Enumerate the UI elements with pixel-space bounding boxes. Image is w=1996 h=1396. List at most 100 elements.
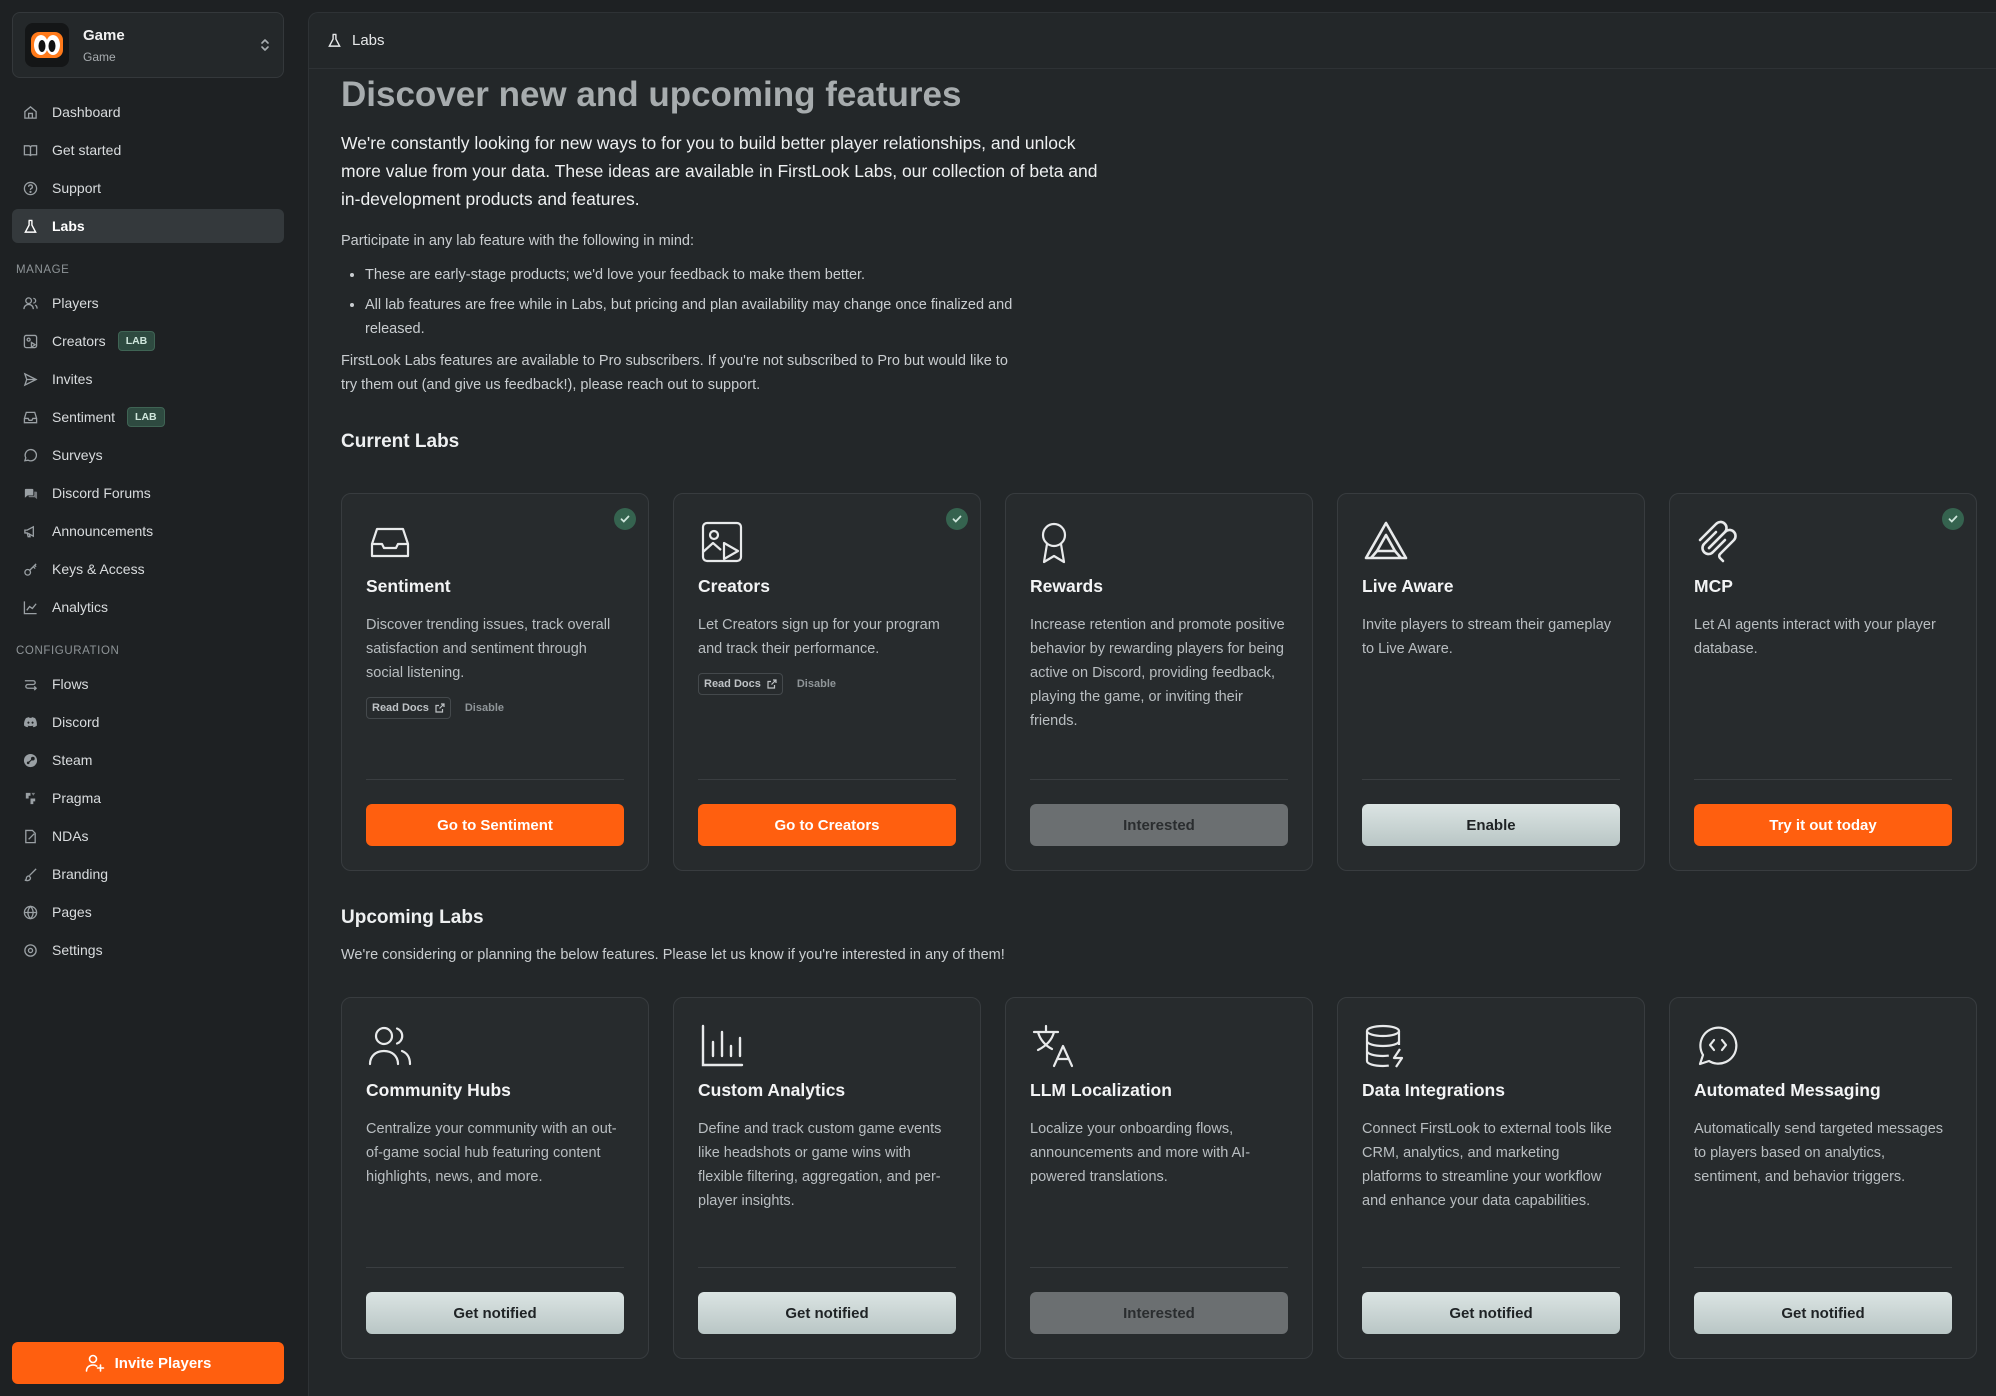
- intro-text: We're constantly looking for new ways to…: [341, 133, 1098, 209]
- workspace-subtitle: Game: [83, 49, 116, 64]
- sidebar-item-players[interactable]: Players: [12, 286, 284, 320]
- sidebar-item-label: Announcements: [52, 523, 154, 539]
- card-description: Connect FirstLook to external tools like…: [1362, 1121, 1612, 1209]
- upcoming-labs-grid: Community Hubs Centralize your community…: [341, 997, 1981, 1359]
- nav-configuration: CONFIGURATION Flows Discord Steam Pragma…: [12, 639, 284, 971]
- card-title: Data Integrations: [1362, 1080, 1505, 1100]
- invite-players-button[interactable]: Invite Players: [12, 1342, 284, 1384]
- card-description: Discover trending issues, track overall …: [366, 617, 611, 681]
- try-it-out-button[interactable]: Try it out today: [1694, 804, 1952, 846]
- pragma-icon: [22, 790, 38, 806]
- main-panel: Labs Discover new and upcoming features …: [308, 12, 1996, 1396]
- lab-card-sentiment: Sentiment Discover trending issues, trac…: [341, 493, 649, 871]
- sidebar-item-sentiment[interactable]: Sentiment LAB: [12, 400, 284, 434]
- go-to-sentiment-button[interactable]: Go to Sentiment: [366, 804, 624, 846]
- get-notified-button[interactable]: Get notified: [1362, 1292, 1620, 1334]
- creators-icon: [22, 333, 38, 349]
- inbox-icon: [22, 409, 38, 425]
- sidebar-item-analytics[interactable]: Analytics: [12, 590, 284, 624]
- invite-players-label: Invite Players: [114, 1354, 212, 1372]
- send-icon: [22, 371, 38, 387]
- discord-icon: [22, 714, 38, 730]
- sidebar-item-label: Keys & Access: [52, 561, 145, 577]
- read-docs-button[interactable]: Read Docs: [698, 673, 783, 695]
- sidebar-item-get-started[interactable]: Get started: [12, 133, 284, 167]
- sidebar-item-keys-access[interactable]: Keys & Access: [12, 552, 284, 586]
- sidebar-item-announcements[interactable]: Announcements: [12, 514, 284, 548]
- page-content: Discover new and upcoming features We're…: [341, 73, 1981, 1359]
- breadcrumb: Labs: [309, 13, 1996, 69]
- sidebar-item-branding[interactable]: Branding: [12, 857, 284, 891]
- inbox-icon: [366, 518, 414, 566]
- enabled-check-icon: [946, 508, 968, 530]
- breadcrumb-current[interactable]: Labs: [352, 32, 385, 49]
- sidebar-item-support[interactable]: Support: [12, 171, 284, 205]
- card-title: Sentiment: [366, 576, 451, 596]
- enabled-check-icon: [614, 508, 636, 530]
- disable-link[interactable]: Disable: [797, 678, 836, 690]
- workspace-switcher[interactable]: Game Game: [12, 12, 284, 78]
- card-title: Automated Messaging: [1694, 1080, 1881, 1100]
- interested-button[interactable]: Interested: [1030, 1292, 1288, 1334]
- creators-icon: [698, 518, 746, 566]
- sidebar-item-settings[interactable]: Settings: [12, 933, 284, 967]
- external-link-icon: [435, 703, 445, 713]
- award-ribbon-icon: [1030, 518, 1078, 566]
- disable-link[interactable]: Disable: [465, 702, 504, 714]
- sidebar-item-discord[interactable]: Discord: [12, 705, 284, 739]
- translate-icon: [1030, 1022, 1078, 1070]
- sidebar-item-label: Creators: [52, 333, 106, 349]
- sidebar-item-pragma[interactable]: Pragma: [12, 781, 284, 815]
- sidebar-item-label: Players: [52, 295, 99, 311]
- get-notified-button[interactable]: Get notified: [1694, 1292, 1952, 1334]
- participate-text: Participate in any lab feature with the …: [341, 233, 695, 249]
- lab-badge: LAB: [127, 407, 165, 427]
- sidebar: Game Game Dashboard Get started Support …: [0, 0, 305, 1396]
- card-description: Let AI agents interact with your player …: [1694, 617, 1936, 657]
- sidebar-item-label: Pages: [52, 904, 92, 920]
- interested-button[interactable]: Interested: [1030, 804, 1288, 846]
- sidebar-item-dashboard[interactable]: Dashboard: [12, 95, 284, 129]
- card-description: Define and track custom game events like…: [698, 1121, 942, 1209]
- sidebar-item-surveys[interactable]: Surveys: [12, 438, 284, 472]
- workspace-title: Game: [83, 26, 125, 44]
- card-description: Increase retention and promote positive …: [1030, 617, 1285, 729]
- read-docs-button[interactable]: Read Docs: [366, 697, 451, 719]
- sidebar-item-pages[interactable]: Pages: [12, 895, 284, 929]
- lab-card-live-aware: Live Aware Invite players to stream thei…: [1337, 493, 1645, 871]
- users-icon: [366, 1022, 414, 1070]
- section-label-manage: MANAGE: [16, 264, 70, 276]
- guidelines-list: These are early-stage products; we'd lov…: [341, 263, 1021, 341]
- go-to-creators-button[interactable]: Go to Creators: [698, 804, 956, 846]
- sidebar-item-discord-forums[interactable]: Discord Forums: [12, 476, 284, 510]
- card-title: MCP: [1694, 576, 1733, 596]
- lab-card-automated-messaging: Automated Messaging Automatically send t…: [1669, 997, 1977, 1359]
- list-item: These are early-stage products; we'd lov…: [365, 263, 1021, 287]
- sidebar-item-label: Invites: [52, 371, 93, 387]
- sidebar-item-label: Sentiment: [52, 409, 116, 425]
- get-notified-button[interactable]: Get notified: [366, 1292, 624, 1334]
- current-labs-grid: Sentiment Discover trending issues, trac…: [341, 493, 1981, 871]
- steam-icon: [22, 752, 38, 768]
- enable-button[interactable]: Enable: [1362, 804, 1620, 846]
- sidebar-item-label: NDAs: [52, 828, 89, 844]
- megaphone-icon: [22, 523, 38, 539]
- sidebar-item-invites[interactable]: Invites: [12, 362, 284, 396]
- get-notified-button[interactable]: Get notified: [698, 1292, 956, 1334]
- sidebar-item-label: Steam: [52, 752, 93, 768]
- sidebar-item-steam[interactable]: Steam: [12, 743, 284, 777]
- sidebar-item-labs[interactable]: Labs: [12, 209, 284, 243]
- forum-icon: [22, 485, 38, 501]
- current-labs-heading: Current Labs: [341, 431, 460, 452]
- section-label-configuration: CONFIGURATION: [16, 645, 120, 657]
- sidebar-item-label: Get started: [52, 142, 122, 158]
- sidebar-item-creators[interactable]: Creators LAB: [12, 324, 284, 358]
- lab-card-community-hubs: Community Hubs Centralize your community…: [341, 997, 649, 1359]
- card-description: Let Creators sign up for your program an…: [698, 617, 940, 657]
- globe-icon: [22, 904, 38, 920]
- sidebar-item-ndas[interactable]: NDAs: [12, 819, 284, 853]
- sidebar-item-flows[interactable]: Flows: [12, 667, 284, 701]
- upcoming-labs-description: We're considering or planning the below …: [341, 947, 1005, 963]
- upcoming-labs-heading: Upcoming Labs: [341, 907, 484, 928]
- sidebar-item-label: Branding: [52, 866, 109, 882]
